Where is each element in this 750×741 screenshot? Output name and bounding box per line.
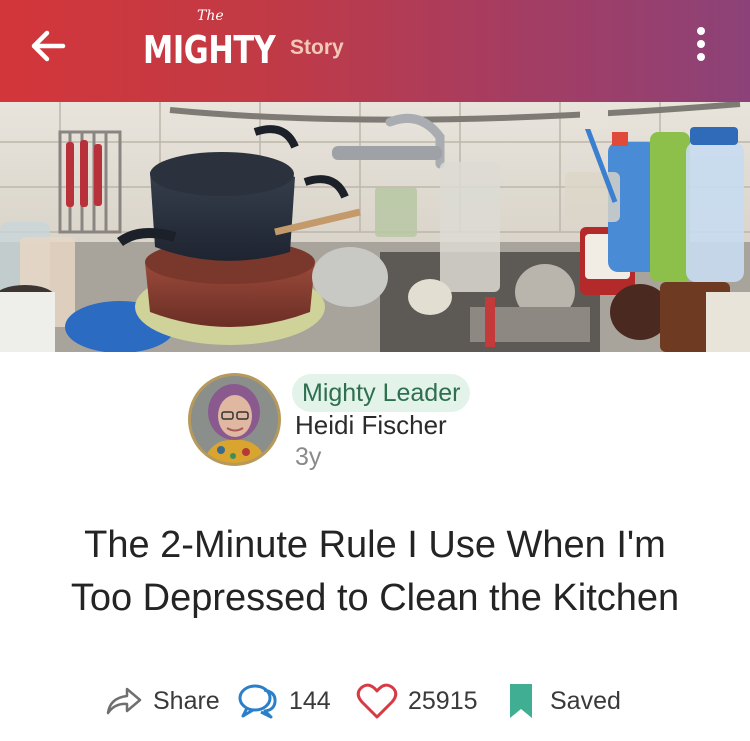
post-age: 3y xyxy=(295,443,322,471)
kebab-menu-icon xyxy=(697,27,705,35)
saved-button[interactable]: Saved xyxy=(508,676,621,726)
share-button[interactable]: Share xyxy=(105,676,220,726)
logo-mighty-text: MIGHTY xyxy=(143,28,276,72)
section-label: Story xyxy=(290,36,344,59)
article-title-line-2: Too Depressed to Clean the Kitchen xyxy=(70,577,680,619)
comments-count: 144 xyxy=(289,686,331,715)
likes-count: 25915 xyxy=(408,686,478,715)
hero-image xyxy=(0,102,750,352)
saved-label: Saved xyxy=(550,686,621,715)
share-label: Share xyxy=(153,686,220,715)
comments-button[interactable]: 144 xyxy=(237,676,331,726)
mighty-logo[interactable]: The MIGHTY xyxy=(143,4,278,76)
action-bar: Share 144 25915 Saved xyxy=(0,676,750,726)
back-button[interactable] xyxy=(26,24,70,68)
author-role-badge: Mighty Leader xyxy=(292,374,471,412)
heart-icon xyxy=(356,682,398,720)
logo-the-text: The xyxy=(197,8,224,24)
like-button[interactable]: 25915 xyxy=(356,676,478,726)
article-title-line-1: The 2-Minute Rule I Use When I'm xyxy=(84,524,666,566)
article-title: The 2-Minute Rule I Use When I'm Too Dep… xyxy=(20,519,730,625)
more-options-button[interactable] xyxy=(684,22,718,66)
arrow-left-icon xyxy=(30,30,66,62)
author-avatar[interactable] xyxy=(188,373,281,466)
author-name[interactable]: Heidi Fischer xyxy=(295,408,447,442)
bookmark-icon xyxy=(508,682,534,720)
app-header: The MIGHTY Story xyxy=(0,0,750,102)
comment-bubbles-icon xyxy=(237,682,279,720)
share-arrow-icon xyxy=(105,686,143,716)
